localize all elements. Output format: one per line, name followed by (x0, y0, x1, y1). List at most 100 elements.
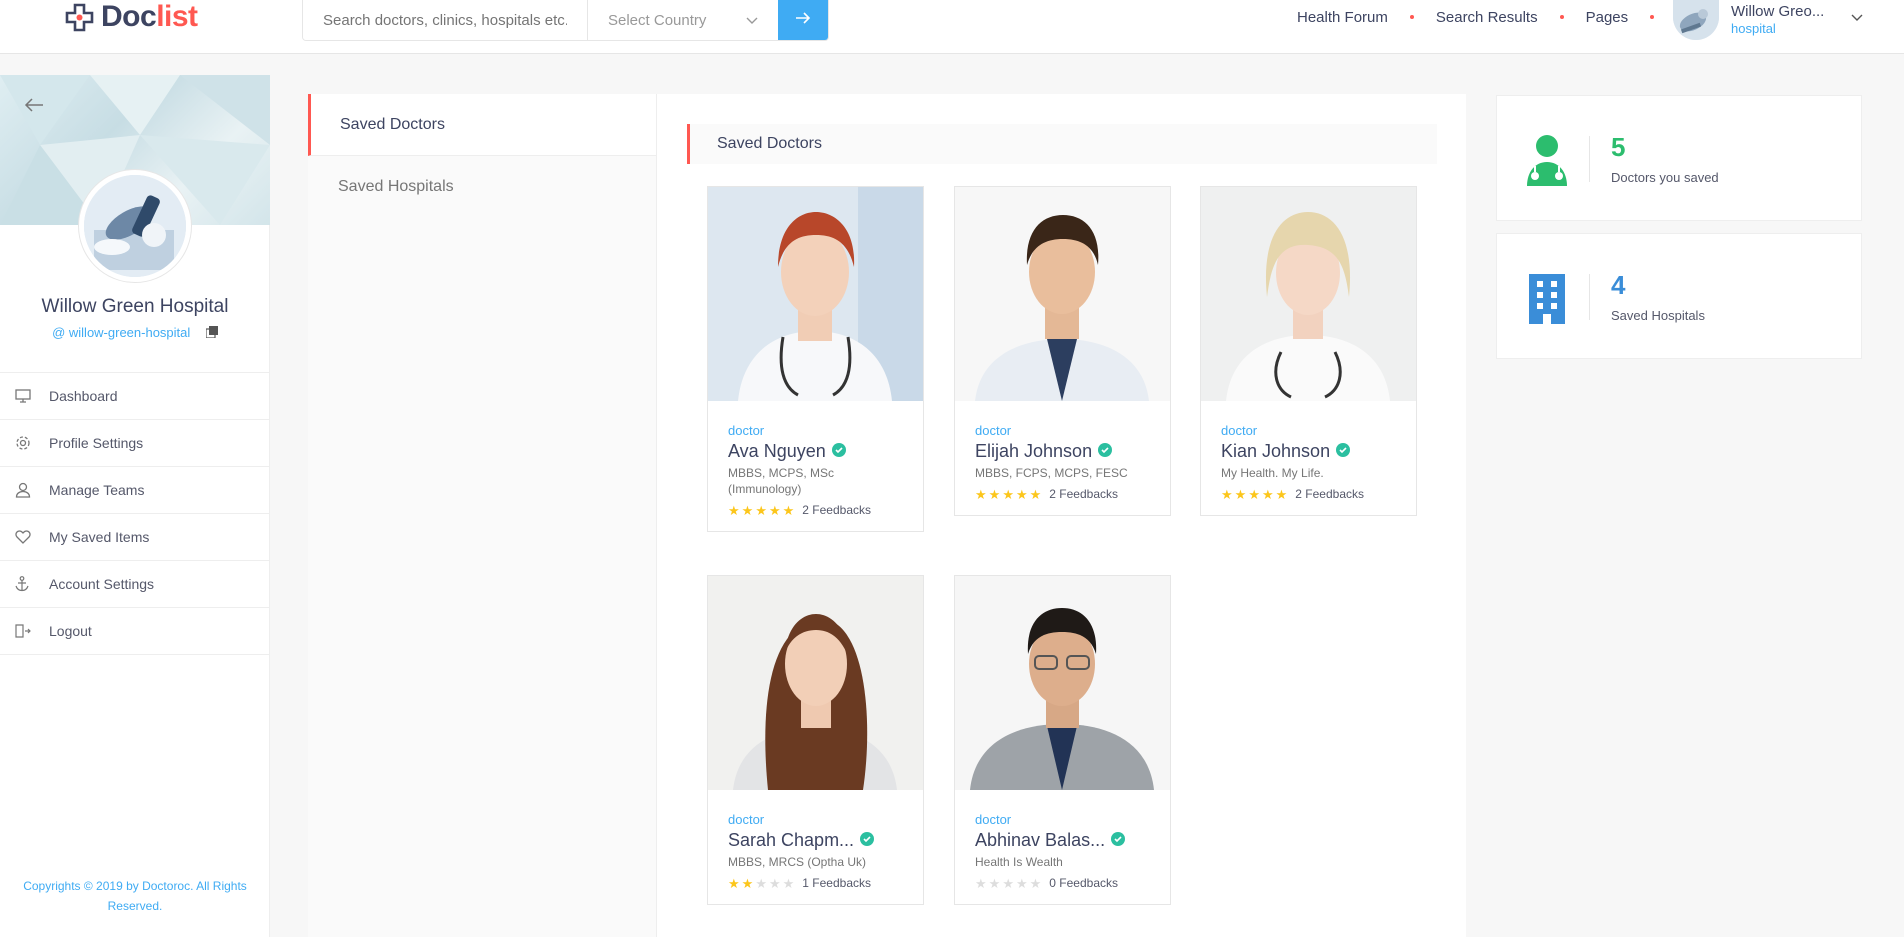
search-submit-button[interactable] (778, 0, 828, 40)
doctor-name[interactable]: Abhinav Balas... (975, 830, 1105, 851)
sidebar-item-my-saved-items[interactable]: My Saved Items (0, 514, 270, 561)
section-title: Saved Doctors (687, 124, 1437, 164)
star-empty-icon: ★ (782, 875, 795, 891)
feedback-count[interactable]: 2 Feedbacks (802, 503, 871, 517)
star-filled-icon: ★ (728, 502, 740, 518)
doctor-category: doctor (975, 423, 1012, 438)
verified-check-icon (1111, 830, 1126, 851)
country-select-label: Select Country (608, 11, 707, 29)
logout-icon (15, 624, 33, 638)
search-bar: Select Country (302, 0, 829, 41)
country-select[interactable]: Select Country (588, 0, 778, 40)
back-arrow-icon[interactable] (24, 97, 44, 118)
star-filled-icon: ★ (988, 486, 1001, 502)
feedback-count[interactable]: 2 Feedbacks (1295, 487, 1364, 501)
verified-check-icon (860, 830, 875, 851)
star-filled-icon: ★ (1002, 486, 1014, 502)
doctor-card[interactable]: doctor Sarah Chapm... MBBS, MRCS (Optha … (707, 575, 924, 905)
copyright-text: Copyrights © 2019 by Doctoroc. All Right… (23, 879, 247, 913)
nav-separator-dot (1650, 15, 1655, 19)
nav-health-forum[interactable]: Health Forum (1297, 9, 1388, 26)
stat-divider (1589, 136, 1590, 182)
star-filled-icon: ★ (1221, 486, 1233, 502)
star-filled-icon: ★ (1234, 486, 1247, 502)
doctor-card[interactable]: doctor Abhinav Balas... Health Is Wealth… (954, 575, 1171, 905)
nav-search-results[interactable]: Search Results (1436, 9, 1538, 26)
sidebar-item-account-settings[interactable]: Account Settings (0, 561, 270, 608)
stat-value: 4 (1611, 270, 1626, 300)
tab-saved-doctors[interactable]: Saved Doctors (308, 94, 656, 156)
star-empty-icon: ★ (1029, 875, 1042, 891)
doctor-icon (1525, 134, 1569, 186)
rating-stars: ★ ★ ★ ★ ★ (975, 877, 1041, 890)
user-menu[interactable]: Willow Greo... hospital (1673, 0, 1863, 40)
star-filled-icon: ★ (1029, 486, 1042, 502)
saved-items-tabs: Saved Doctors Saved Hospitals (308, 94, 657, 937)
star-filled-icon: ★ (782, 502, 795, 518)
doclist-logo[interactable]: Doclist (63, 0, 198, 34)
doctor-card[interactable]: doctor Ava Nguyen MBBS, MCPS, MSc (Immun… (707, 186, 924, 532)
star-filled-icon: ★ (1015, 486, 1028, 502)
tab-saved-hospitals[interactable]: Saved Hospitals (308, 156, 656, 218)
rating-stars: ★ ★ ★ ★ ★ (728, 877, 794, 890)
doctor-degrees: Health Is Wealth (975, 855, 1063, 869)
search-input[interactable] (303, 0, 588, 40)
anchor-icon (15, 576, 33, 592)
sidebar-item-dashboard[interactable]: Dashboard (0, 373, 270, 420)
doctor-name[interactable]: Elijah Johnson (975, 441, 1092, 462)
doctor-card[interactable]: doctor Kian Johnson My Health. My Life. … (1200, 186, 1417, 516)
user-role: hospital (1731, 21, 1776, 36)
star-empty-icon: ★ (1015, 875, 1028, 891)
star-empty-icon: ★ (988, 875, 1001, 891)
doctor-card[interactable]: doctor Elijah Johnson MBBS, FCPS, MCPS, … (954, 186, 1171, 516)
doctor-rating: ★ ★ ★ ★ ★ 2 Feedbacks (1221, 487, 1396, 501)
star-filled-icon: ★ (1248, 486, 1260, 502)
stat-label: Saved Hospitals (1611, 308, 1705, 323)
hospital-building-icon (1525, 272, 1569, 324)
verified-check-icon (1098, 441, 1113, 462)
star-empty-icon: ★ (755, 875, 767, 891)
rating-stars: ★ ★ ★ ★ ★ (728, 504, 794, 517)
rating-stars: ★ ★ ★ ★ ★ (975, 488, 1041, 501)
copy-icon[interactable] (205, 326, 218, 341)
star-filled-icon: ★ (1261, 486, 1274, 502)
heart-icon (15, 530, 33, 544)
stat-label: Doctors you saved (1611, 170, 1719, 185)
star-empty-icon: ★ (768, 875, 781, 891)
doctor-degrees: My Health. My Life. (1221, 466, 1324, 480)
profile-avatar (79, 170, 191, 282)
doctor-photo (955, 576, 1170, 790)
doctor-name[interactable]: Kian Johnson (1221, 441, 1330, 462)
doctor-name[interactable]: Ava Nguyen (728, 441, 826, 462)
star-empty-icon: ★ (1002, 875, 1014, 891)
sidebar-item-logout[interactable]: Logout (0, 608, 270, 655)
logo-text: Doclist (101, 0, 198, 33)
feedback-count[interactable]: 1 Feedbacks (802, 876, 871, 890)
doctor-rating: ★ ★ ★ ★ ★ 1 Feedbacks (728, 876, 903, 890)
sidebar-item-profile-settings[interactable]: Profile Settings (0, 420, 270, 467)
stat-value: 5 (1611, 132, 1626, 162)
star-filled-icon: ★ (741, 875, 754, 891)
feedback-count[interactable]: 2 Feedbacks (1049, 487, 1118, 501)
doctor-rating: ★ ★ ★ ★ ★ 0 Feedbacks (975, 876, 1150, 890)
star-filled-icon: ★ (768, 502, 781, 518)
sidebar-menu: Dashboard Profile Settings Manage Teams … (0, 372, 270, 655)
feedback-count[interactable]: 0 Feedbacks (1049, 876, 1118, 890)
sidebar-item-manage-teams[interactable]: Manage Teams (0, 467, 270, 514)
verified-check-icon (1336, 441, 1351, 462)
doctor-rating: ★ ★ ★ ★ ★ 2 Feedbacks (975, 487, 1150, 501)
doctor-name[interactable]: Sarah Chapm... (728, 830, 854, 851)
nav-pages[interactable]: Pages (1586, 9, 1629, 26)
monitor-icon (15, 389, 33, 403)
star-filled-icon: ★ (755, 502, 767, 518)
verified-check-icon (831, 441, 846, 462)
star-filled-icon: ★ (1275, 486, 1288, 502)
doctor-degrees: MBBS, FCPS, MCPS, FESC (975, 466, 1128, 480)
doctor-degrees: MBBS, MRCS (Optha Uk) (728, 855, 867, 869)
chevron-down-icon[interactable] (1851, 9, 1863, 27)
doctor-rating: ★ ★ ★ ★ ★ 2 Feedbacks (728, 503, 903, 517)
doctor-photo (955, 187, 1170, 401)
star-filled-icon: ★ (728, 875, 740, 891)
profile-name: Willow Green Hospital (41, 296, 229, 317)
star-filled-icon: ★ (975, 486, 987, 502)
